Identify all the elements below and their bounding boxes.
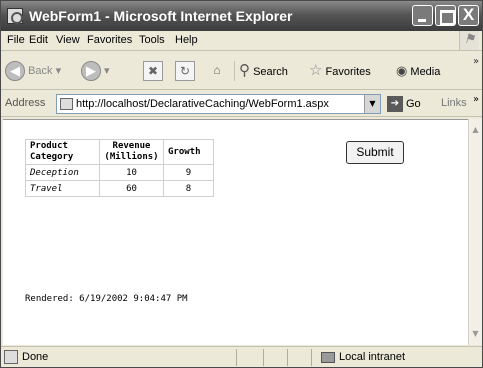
forward-arrow-icon: ▶: [81, 61, 101, 82]
status-pane: [236, 349, 237, 366]
menu-help[interactable]: Help: [175, 34, 198, 46]
forward-button[interactable]: ▶ ▾: [81, 60, 110, 82]
zone-label: Local intranet: [339, 351, 406, 363]
cell-revenue: 60: [99, 180, 164, 197]
column-header-growth: Growth: [163, 139, 214, 165]
scroll-down-icon[interactable]: ▼: [469, 327, 482, 341]
stop-icon: ✖: [143, 61, 163, 82]
cell-category: Deception: [25, 164, 100, 181]
go-label: Go: [406, 97, 421, 110]
favorites-star-icon: ☆: [309, 62, 323, 79]
status-pane: [263, 349, 264, 366]
window-title: WebForm1 - Microsoft Internet Explorer: [29, 8, 293, 24]
search-label: Search: [253, 66, 288, 78]
table-row: Travel 60 8: [25, 180, 214, 197]
page-icon: [60, 98, 73, 110]
cell-revenue: 10: [99, 164, 164, 181]
stop-button[interactable]: ✖: [143, 60, 163, 82]
scroll-up-icon[interactable]: ▲: [469, 123, 482, 137]
address-bar: Address http://localhost/DeclarativeCach…: [1, 91, 482, 117]
status-pane: [287, 349, 288, 366]
cell-category: Travel: [25, 180, 100, 197]
windows-logo-icon: ⚑: [459, 31, 479, 50]
address-url[interactable]: http://localhost/DeclarativeCaching/WebF…: [76, 98, 366, 110]
ie-app-icon[interactable]: [7, 8, 23, 24]
title-bar: WebForm1 - Microsoft Internet Explorer X: [1, 1, 482, 31]
menu-favorites[interactable]: Favorites: [87, 34, 132, 46]
links-button[interactable]: Links: [441, 97, 467, 109]
cell-growth: 8: [163, 180, 214, 197]
rendered-timestamp: Rendered: 6/19/2002 9:04:47 PM: [25, 294, 188, 304]
submit-button[interactable]: Submit: [346, 141, 404, 164]
go-button[interactable]: ➔ Go: [387, 96, 421, 112]
grid-header-row: Product Category Revenue (Millions) Grow…: [25, 139, 214, 165]
revenue-datagrid: Product Category Revenue (Millions) Grow…: [25, 139, 214, 197]
go-arrow-icon: ➔: [387, 96, 403, 112]
menu-bar: File Edit View Favorites Tools Help ⚑: [1, 31, 482, 51]
media-icon: ◉: [396, 63, 408, 78]
toolbar-overflow-chevron-icon[interactable]: »: [473, 56, 479, 67]
menu-view[interactable]: View: [56, 34, 80, 46]
search-icon: ⚲: [239, 62, 250, 79]
media-label: Media: [410, 66, 441, 78]
security-zone: Local intranet: [321, 351, 405, 363]
page-content: Product Category Revenue (Millions) Grow…: [3, 119, 468, 345]
media-button[interactable]: ◉ Media: [396, 60, 440, 82]
refresh-button[interactable]: ↻: [175, 60, 195, 82]
minimize-button[interactable]: [412, 5, 433, 26]
toolbar-separator: [234, 61, 235, 81]
favorites-button[interactable]: ☆ Favorites: [309, 60, 371, 82]
status-text: Done: [22, 351, 49, 363]
address-label: Address: [5, 97, 46, 109]
browser-window: WebForm1 - Microsoft Internet Explorer X…: [0, 0, 483, 368]
status-pane: [311, 349, 312, 366]
links-chevron-icon[interactable]: »: [473, 94, 479, 105]
intranet-zone-icon: [321, 351, 335, 363]
back-arrow-icon: ◀: [5, 61, 25, 82]
address-input[interactable]: http://localhost/DeclarativeCaching/WebF…: [56, 94, 381, 114]
back-button[interactable]: ◀ Back ▾: [5, 60, 61, 82]
home-icon: ⌂: [213, 63, 221, 78]
close-button[interactable]: X: [458, 5, 479, 26]
menu-tools[interactable]: Tools: [139, 34, 165, 46]
vertical-scrollbar[interactable]: ▲ ▼: [468, 119, 482, 345]
menu-edit[interactable]: Edit: [29, 34, 48, 46]
status-bar: Done Local intranet: [1, 346, 482, 367]
favorites-label: Favorites: [325, 66, 371, 78]
maximize-button[interactable]: [435, 5, 456, 26]
search-button[interactable]: ⚲ Search: [239, 60, 288, 82]
cell-growth: 9: [163, 164, 214, 181]
column-header-category: Product Category: [25, 139, 100, 165]
table-row: Deception 10 9: [25, 164, 214, 181]
address-dropdown-icon[interactable]: ▼: [364, 95, 380, 113]
back-label: Back: [28, 65, 53, 77]
column-header-revenue: Revenue (Millions): [99, 139, 164, 165]
home-button[interactable]: ⌂: [207, 60, 227, 82]
refresh-icon: ↻: [175, 61, 195, 82]
page-done-icon: [4, 350, 18, 364]
menu-file[interactable]: File: [7, 34, 25, 46]
standard-toolbar: ◀ Back ▾ ▶ ▾ ✖ ↻ ⌂ ⚲ Search ☆ Favorites …: [1, 52, 482, 90]
